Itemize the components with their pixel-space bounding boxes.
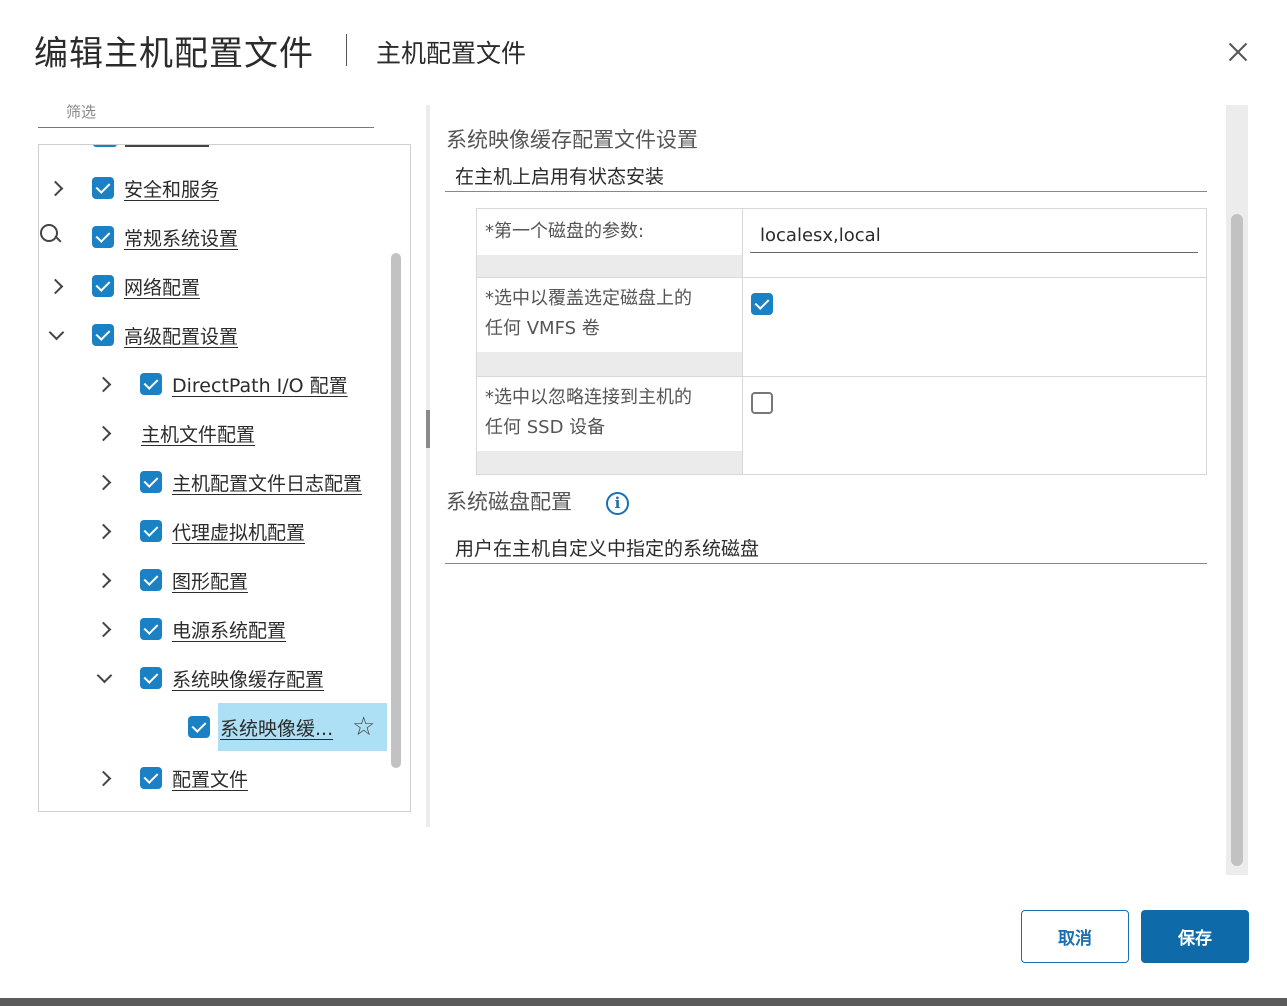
checkbox-icon[interactable] [92,324,114,346]
title-divider [346,34,347,66]
checkbox-icon[interactable] [140,667,162,689]
checkbox-icon[interactable] [92,275,114,297]
tree-item-label[interactable]: 高级配置设置 [124,322,238,349]
param-label: *选中以覆盖选定磁盘上的 [485,288,692,309]
tree-item-label[interactable]: 主机配置文件日志配置 [172,469,362,496]
param-label-cell: *选中以忽略连接到主机的 任何 SSD 设备 [477,377,743,474]
tree-item-advanced[interactable]: 高级配置设置 [46,317,238,353]
chevron-right-icon[interactable] [94,570,114,590]
tree-item-label[interactable]: 网络配置 [124,273,200,300]
chevron-right-icon[interactable] [94,768,114,788]
tree-item-label[interactable]: 配置文件 [172,765,248,792]
chevron-right-icon[interactable] [46,178,66,198]
section-title-image-cache: 系统映像缓存配置文件设置 [446,128,698,152]
checkbox-icon[interactable] [92,226,114,248]
tree-item-label[interactable]: 系统映像缓存配置 [172,665,324,692]
save-button[interactable]: 保存 [1141,910,1249,963]
splitter-handle[interactable] [426,410,430,448]
edit-host-profile-dialog: 编辑主机配置文件 主机配置文件 安全和服务 常规系统设置 网络配置 高级配置设置… [0,0,1287,998]
info-icon[interactable]: i [606,492,629,515]
param-label: *第一个磁盘的参数: [485,221,645,242]
tree-item-power[interactable]: 电源系统配置 [94,611,286,647]
param-label: *选中以忽略连接到主机的 [485,387,692,408]
divider [445,563,1207,564]
tree-item-label[interactable]: 系统映像缓... [220,714,333,741]
tree-item-label [125,145,209,147]
chevron-right-icon[interactable] [94,423,114,443]
param-label: 任何 VMFS 卷 [485,318,600,339]
tree-item-label[interactable]: 常规系统设置 [124,224,238,251]
checkbox-icon[interactable] [140,520,162,542]
param-label-cell: *选中以覆盖选定磁盘上的 任何 VMFS 卷 [477,278,743,376]
chevron-right-icon[interactable] [94,472,114,492]
checkbox-icon[interactable] [140,569,162,591]
tree-item-profile-log[interactable]: 主机配置文件日志配置 [94,464,362,500]
checkbox-icon[interactable] [92,177,114,199]
panel-splitter[interactable] [426,105,430,827]
ignore-ssd-checkbox[interactable] [751,392,773,414]
tree-item-general-settings[interactable]: 常规系统设置 [46,219,238,255]
tree-item-label[interactable]: DirectPath I/O 配置 [172,371,348,398]
tree-item-label[interactable]: 代理虚拟机配置 [172,518,305,545]
param-label: 任何 SSD 设备 [485,417,606,438]
tree-item-directpath[interactable]: DirectPath I/O 配置 [94,366,348,402]
tree-item-host-file[interactable]: 主机文件配置 [94,415,255,451]
tree-item-security-services[interactable]: 安全和服务 [46,170,219,206]
first-disk-args-input[interactable] [750,219,1198,253]
tree-item-network[interactable]: 网络配置 [46,268,200,304]
section-value-system-disk: 用户在主机自定义中指定的系统磁盘 [455,538,760,560]
section-title-system-disk: 系统磁盘配置 [446,490,572,514]
chevron-down-icon[interactable] [94,668,114,688]
chevron-right-icon[interactable] [94,374,114,394]
tree-item-image-cache-profile[interactable]: 系统映像缓... [188,709,333,745]
dialog-subtitle: 主机配置文件 [376,39,527,68]
chevron-down-icon[interactable] [46,325,66,345]
checkbox-icon[interactable] [140,618,162,640]
chevron-right-icon[interactable] [46,276,66,296]
window-bottom-edge [0,998,1287,1006]
checkbox-icon[interactable] [140,471,162,493]
content-scrollbar-thumb[interactable] [1231,214,1243,866]
tree-item-label[interactable]: 主机文件配置 [141,420,255,447]
tree-item-label[interactable]: 图形配置 [172,567,248,594]
tree-item-label[interactable]: 安全和服务 [124,175,219,202]
chevron-right-icon[interactable] [94,521,114,541]
checkbox-icon [93,145,117,147]
overwrite-vmfs-checkbox[interactable] [751,293,773,315]
tree-item-agent-vm[interactable]: 代理虚拟机配置 [94,513,305,549]
section-value-stateful-install: 在主机上启用有状态安装 [455,166,665,188]
tree-item-profile[interactable]: 配置文件 [94,760,248,796]
tree-scrollbar[interactable] [391,253,401,768]
checkbox-icon[interactable] [140,767,162,789]
dialog-title: 编辑主机配置文件 [34,34,314,74]
checkbox-icon[interactable] [140,373,162,395]
param-label-cell: *第一个磁盘的参数: [477,209,743,277]
chevron-right-icon[interactable] [94,619,114,639]
tree-item-graphics[interactable]: 图形配置 [94,562,248,598]
close-icon[interactable] [1224,38,1252,66]
tree-item-image-cache[interactable]: 系统映像缓存配置 [94,660,324,696]
star-icon[interactable]: ☆ [352,714,375,740]
tree-item-label[interactable]: 电源系统配置 [172,616,286,643]
cancel-button[interactable]: 取消 [1021,910,1129,963]
divider [445,191,1207,192]
filter-input[interactable] [38,96,374,128]
checkbox-icon[interactable] [188,716,210,738]
parameters-grid: *第一个磁盘的参数: *选中以覆盖选定磁盘上的 任何 VMFS 卷 *选中以忽略… [476,208,1207,475]
